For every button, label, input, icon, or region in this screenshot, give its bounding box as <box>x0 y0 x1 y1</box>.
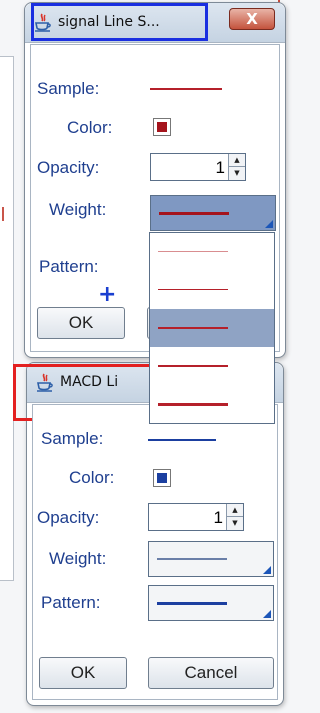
pattern-label: Pattern: <box>39 257 99 276</box>
pattern-combo[interactable] <box>148 585 274 621</box>
weight-combo-preview <box>157 558 227 560</box>
color-label: Color: <box>69 468 115 487</box>
spinner-buttons: ▲ ▼ <box>226 504 243 530</box>
background-window-edge <box>0 56 14 581</box>
weight-option-line <box>158 365 228 367</box>
opacity-spinner[interactable]: 1 ▲ ▼ <box>150 153 246 181</box>
opacity-label: Opacity: <box>37 508 100 527</box>
weight-option-line <box>158 251 228 252</box>
color-swatch-button[interactable] <box>153 118 171 136</box>
sample-line-preview <box>150 88 222 90</box>
weight-dropdown-list <box>149 232 275 424</box>
close-button[interactable]: X <box>229 8 275 30</box>
ok-button[interactable]: OK <box>39 657 127 689</box>
sample-label: Sample: <box>41 429 104 448</box>
color-swatch-fill <box>157 473 167 483</box>
weight-option-line <box>158 403 228 406</box>
pattern-label: Pattern: <box>41 593 101 612</box>
opacity-label: Opacity: <box>37 158 100 177</box>
spinner-up-icon[interactable]: ▲ <box>227 504 243 517</box>
ok-button[interactable]: OK <box>37 307 125 339</box>
spinner-up-icon[interactable]: ▲ <box>229 154 245 167</box>
combo-arrow-icon <box>263 566 271 574</box>
weight-option-line <box>158 327 228 329</box>
dialog-content: Sample: Color: Opacity: 1 ▲ ▼ Weight: Pa… <box>32 404 278 700</box>
weight-combo-preview <box>159 212 229 215</box>
spinner-buttons: ▲ ▼ <box>228 154 245 180</box>
weight-option-selected[interactable] <box>150 309 274 347</box>
weight-label: Weight: <box>49 200 107 219</box>
weight-label: Weight: <box>49 549 107 568</box>
pattern-combo-preview <box>157 602 227 605</box>
weight-option[interactable] <box>150 233 274 271</box>
spinner-down-icon[interactable]: ▼ <box>229 167 245 180</box>
weight-option[interactable] <box>150 271 274 309</box>
color-swatch-fill <box>157 122 167 132</box>
sample-label: Sample: <box>37 79 100 98</box>
background-chart-mark <box>2 207 8 221</box>
opacity-value: 1 <box>213 508 223 527</box>
title-highlight-box <box>31 3 208 41</box>
color-swatch-button[interactable] <box>153 469 171 487</box>
weight-option[interactable] <box>150 347 274 385</box>
weight-combo[interactable] <box>148 541 274 577</box>
combo-arrow-icon <box>263 610 271 618</box>
sample-line-preview <box>148 439 216 441</box>
color-label: Color: <box>67 118 113 137</box>
opacity-value: 1 <box>215 158 225 177</box>
cancel-button[interactable]: Cancel <box>148 657 274 689</box>
plus-icon: + <box>98 282 117 307</box>
combo-arrow-icon <box>265 220 273 228</box>
weight-option[interactable] <box>150 385 274 423</box>
opacity-spinner[interactable]: 1 ▲ ▼ <box>148 503 244 531</box>
spinner-down-icon[interactable]: ▼ <box>227 517 243 530</box>
weight-option-line <box>158 289 228 290</box>
weight-combo[interactable] <box>150 195 276 231</box>
